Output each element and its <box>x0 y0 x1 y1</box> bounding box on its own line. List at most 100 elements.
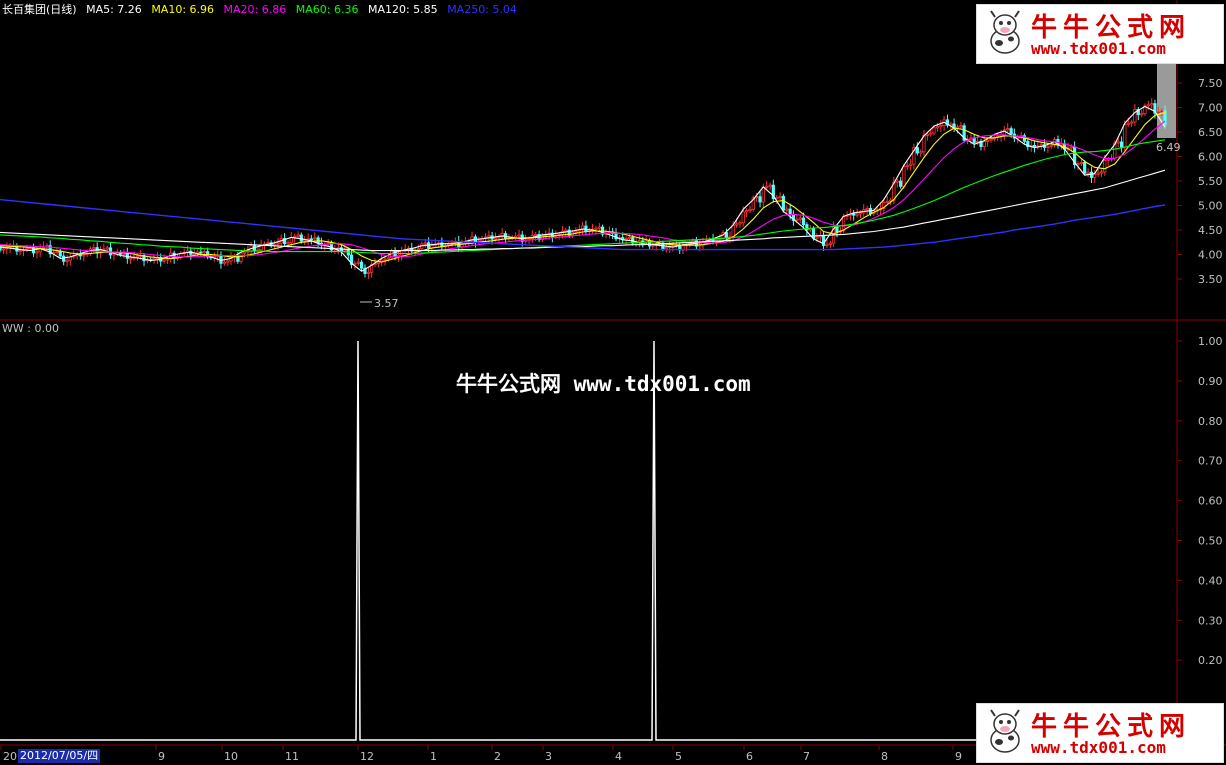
candle-body <box>226 260 230 263</box>
candle-body <box>35 251 39 254</box>
candle-body <box>55 251 59 254</box>
low-price-label: 3.57 <box>374 297 399 310</box>
candle-body <box>242 251 247 254</box>
candle-body <box>309 238 313 241</box>
candle-body <box>637 240 642 243</box>
candle-body <box>222 261 226 264</box>
last-price-label: 6.49 <box>1156 141 1181 154</box>
candle-body <box>125 252 129 259</box>
candle-body <box>165 258 170 261</box>
candle-body <box>905 164 909 167</box>
candle-body <box>1093 173 1097 178</box>
candle-body <box>929 132 933 135</box>
candle-body <box>955 126 960 129</box>
date-tick-label: 10 <box>224 750 238 763</box>
candle-body <box>239 252 243 262</box>
candle-body <box>1103 160 1107 173</box>
candle-body <box>852 213 856 216</box>
candle-body <box>517 234 521 237</box>
candle-body <box>199 251 203 254</box>
candle-body <box>745 210 749 213</box>
candle-body <box>564 229 568 232</box>
candle-body <box>734 223 739 226</box>
date-tick-label: 9 <box>158 750 165 763</box>
price-tick-label: 3.50 <box>1198 273 1223 286</box>
candle-body <box>828 242 832 245</box>
candle-body <box>514 235 518 238</box>
candle-body <box>1120 141 1124 148</box>
ma10-legend: MA10: 6.96 <box>151 3 215 16</box>
indicator-tick-label: 0.80 <box>1198 415 1223 428</box>
ma250-legend: MA250: 5.04 <box>447 3 517 16</box>
candle-body <box>775 197 779 200</box>
candle-body <box>597 226 601 229</box>
candle-body <box>731 224 735 238</box>
candle-body <box>949 123 953 126</box>
price-tick-label: 7.50 <box>1198 77 1223 90</box>
candle-body <box>627 237 632 240</box>
candle-body <box>313 237 317 240</box>
date-tick-label: 6 <box>746 750 753 763</box>
candle-body <box>487 235 491 238</box>
watermark-url: www.tdx001.com <box>1031 39 1166 58</box>
candle-body <box>758 196 762 203</box>
indicator-tick-label: 0.70 <box>1198 455 1223 468</box>
candle-body <box>865 208 869 211</box>
candle-body <box>858 212 863 215</box>
candle-body <box>1009 128 1013 135</box>
ma60-line <box>0 139 1166 255</box>
ma120-legend: MA120: 5.85 <box>367 3 438 16</box>
moving-average-lines <box>0 105 1166 272</box>
candle-body <box>343 249 347 252</box>
indicator-tick-label: 1.00 <box>1198 335 1223 348</box>
candle-body <box>785 208 789 211</box>
candle-body <box>493 237 498 240</box>
candle-body <box>1123 123 1127 148</box>
candle-body <box>1106 158 1110 161</box>
candle-body <box>202 251 206 254</box>
candle-body <box>1006 128 1010 131</box>
candle-body <box>162 259 166 262</box>
candle-body <box>842 215 846 232</box>
indicator-tick-label: 0.60 <box>1198 495 1223 508</box>
candle-body <box>416 248 421 251</box>
candle-body <box>1086 171 1090 174</box>
candle-body <box>748 209 752 211</box>
indicator-tick-label: 0.30 <box>1198 614 1223 627</box>
indicator-title: WW : 0.00 <box>2 322 59 335</box>
candle-body <box>825 243 829 246</box>
candle-body <box>1160 110 1164 113</box>
candle-body <box>781 195 785 211</box>
candle-body <box>895 180 899 183</box>
stock-title: 长百集团(日线) <box>2 3 77 16</box>
price-range-bar <box>1157 64 1176 138</box>
candle-body <box>299 234 303 242</box>
candle-body <box>359 261 364 269</box>
candle-body <box>356 261 360 264</box>
candle-body <box>376 261 381 264</box>
price-axis: 7.50 7.00 6.50 6.00 5.50 5.00 4.50 4.00 3.50 1.00… <box>1177 77 1223 667</box>
candle-body <box>78 254 82 257</box>
price-tick-label: 4.00 <box>1198 249 1223 262</box>
candle-body <box>1146 104 1150 107</box>
candle-body <box>128 257 133 260</box>
date-tick-label: 3 <box>545 750 552 763</box>
candle-body <box>1079 161 1084 164</box>
candle-body <box>915 147 919 154</box>
center-watermark: 牛牛公式网 www.tdx001.com <box>456 372 751 396</box>
candle-body <box>1 248 6 251</box>
candle-body <box>276 242 280 245</box>
candle-body <box>651 244 655 247</box>
candle-body <box>761 187 765 203</box>
candle-body <box>765 185 769 188</box>
price-tick-label: 6.00 <box>1198 151 1223 164</box>
ma60-legend: MA60: 6.36 <box>295 3 359 16</box>
candle-body <box>919 151 923 154</box>
candle-body <box>1076 163 1080 166</box>
cursor-date-label: 2012/07/05/四 <box>18 749 101 763</box>
candle-body <box>353 262 357 265</box>
candle-body <box>909 163 913 166</box>
candle-body <box>801 217 806 226</box>
date-tick-label: 5 <box>675 750 682 763</box>
indicator-tick-label: 0.40 <box>1198 574 1223 587</box>
